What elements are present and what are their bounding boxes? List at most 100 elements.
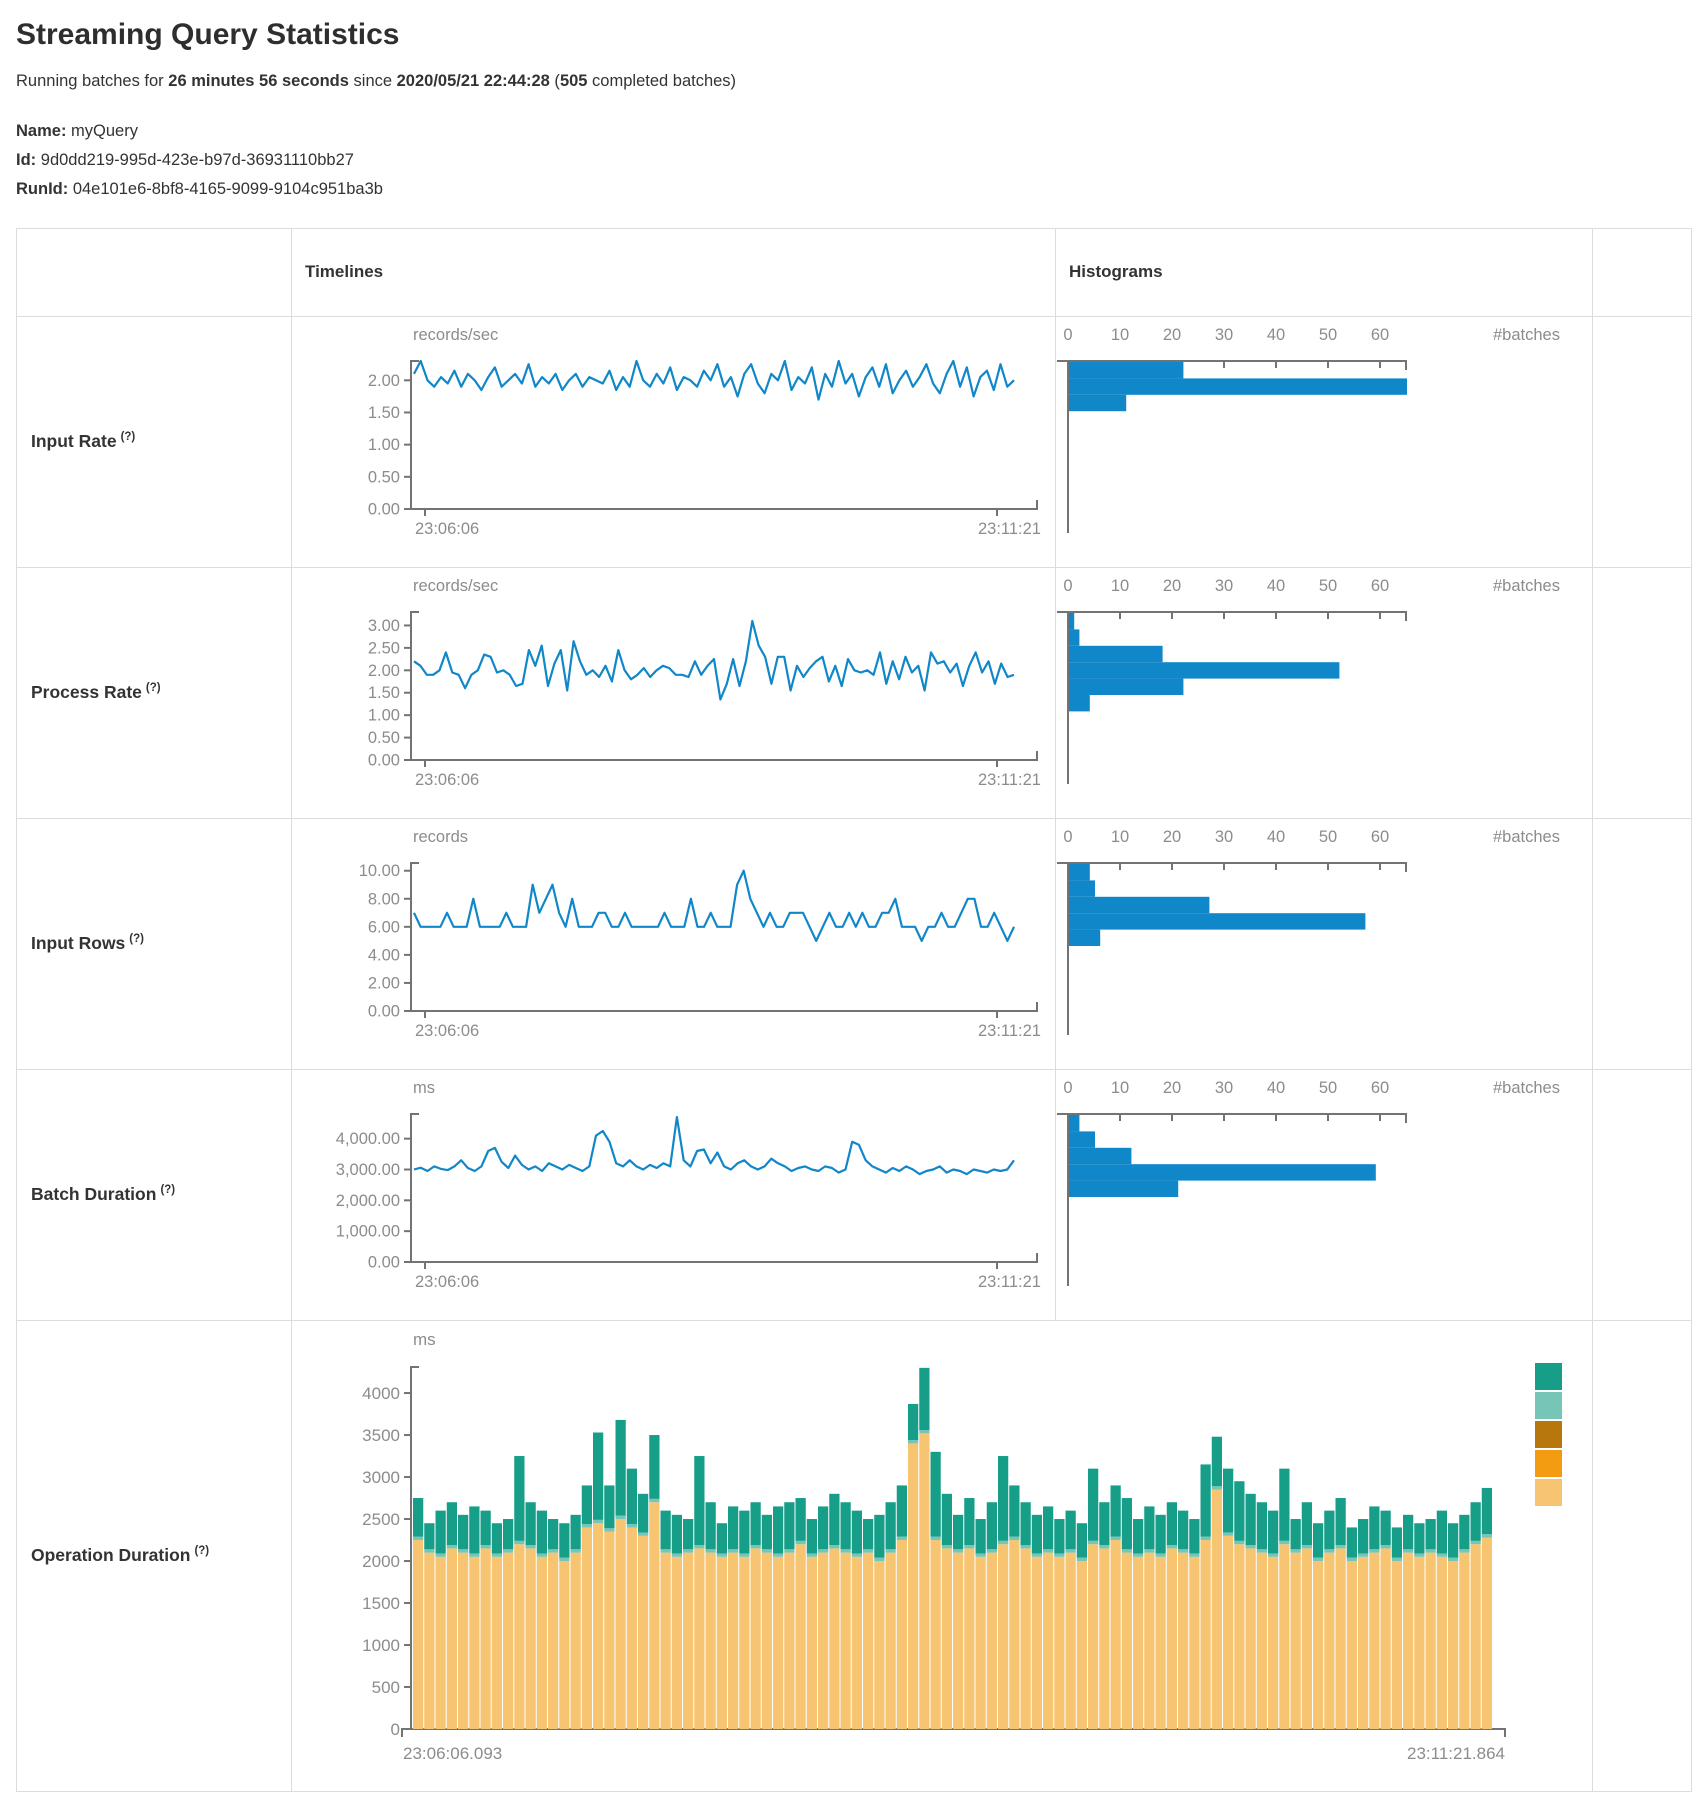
- svg-text:4.00: 4.00: [368, 946, 400, 964]
- svg-text:23:11:21: 23:11:21: [978, 520, 1041, 538]
- svg-text:#batches: #batches: [1493, 577, 1560, 595]
- row-label: Operation Duration: [31, 1545, 190, 1565]
- svg-text:4000: 4000: [362, 1384, 400, 1403]
- query-id: 9d0dd219-995d-423e-b97d-36931110bb27: [41, 151, 354, 169]
- svg-text:2.00: 2.00: [368, 371, 400, 389]
- spacer-cell: [1593, 1320, 1692, 1791]
- query-meta: Name: myQuery Id: 9d0dd219-995d-423e-b97…: [16, 117, 1693, 204]
- completed-batches-count: 505: [560, 72, 588, 90]
- svg-text:0: 0: [1063, 828, 1072, 846]
- histogram-cell: 0102030405060#batches: [1056, 316, 1593, 567]
- row-label-cell: Process Rate (?): [17, 567, 292, 818]
- running-batches-summary: Running batches for 26 minutes 56 second…: [16, 72, 1693, 91]
- svg-text:30: 30: [1215, 326, 1233, 344]
- svg-text:#batches: #batches: [1493, 828, 1560, 846]
- input-rate-timeline-chart: records/sec2.001.501.000.500.0023:06:062…: [292, 323, 1055, 547]
- table-row-input-rows: Input Rows (?) records10.008.006.004.002.…: [17, 818, 1692, 1069]
- timeline-cell: ms4,000.003,000.002,000.001,000.000.0023…: [292, 1069, 1056, 1320]
- spacer-cell: [1593, 316, 1692, 567]
- row-label-cell: Batch Duration(?): [17, 1069, 292, 1320]
- operation-duration-legend: [1535, 1363, 1562, 1506]
- svg-text:20: 20: [1163, 1079, 1181, 1097]
- svg-text:2000: 2000: [362, 1552, 400, 1571]
- input-rows-histogram-chart: 0102030405060#batches: [1056, 825, 1592, 1055]
- svg-text:1.00: 1.00: [368, 436, 400, 454]
- row-label: Process Rate: [31, 682, 142, 702]
- running-duration: 26 minutes 56 seconds: [168, 72, 349, 90]
- summary-text: completed batches): [587, 72, 736, 90]
- svg-text:0: 0: [1063, 326, 1072, 344]
- svg-text:10: 10: [1111, 828, 1129, 846]
- help-icon[interactable]: (?): [121, 431, 136, 443]
- svg-text:30: 30: [1215, 577, 1233, 595]
- svg-text:10: 10: [1111, 1079, 1129, 1097]
- row-label: Input Rows: [31, 933, 125, 953]
- start-timestamp: 2020/05/21 22:44:28: [397, 72, 550, 90]
- svg-text:2.50: 2.50: [368, 639, 400, 657]
- row-label-cell: Operation Duration (?): [17, 1320, 292, 1791]
- svg-text:2,000.00: 2,000.00: [336, 1191, 400, 1209]
- help-icon[interactable]: (?): [129, 933, 144, 945]
- help-icon[interactable]: (?): [194, 1545, 209, 1557]
- svg-text:2500: 2500: [362, 1510, 400, 1529]
- batch-duration-timeline-chart: ms4,000.003,000.002,000.001,000.000.0023…: [292, 1076, 1055, 1300]
- spacer-cell: [1593, 567, 1692, 818]
- spacer-cell: [1593, 1069, 1692, 1320]
- legend-swatch: [1535, 1363, 1562, 1390]
- row-label-cell: Input Rate(?): [17, 316, 292, 567]
- help-icon[interactable]: (?): [160, 1184, 175, 1196]
- svg-text:40: 40: [1267, 577, 1285, 595]
- histogram-cell: 0102030405060#batches: [1056, 818, 1593, 1069]
- svg-text:0: 0: [391, 1720, 400, 1739]
- svg-text:50: 50: [1319, 577, 1337, 595]
- page-title: Streaming Query Statistics: [16, 18, 1693, 52]
- query-name-line: Name: myQuery: [16, 117, 1693, 146]
- process-rate-timeline-chart: records/sec3.002.502.001.501.000.500.002…: [292, 574, 1055, 798]
- empty-header-cell: [17, 228, 292, 316]
- query-runid-line: RunId: 04e101e6-8bf8-4165-9099-9104c951b…: [16, 175, 1693, 204]
- histograms-header: Histograms: [1056, 228, 1593, 316]
- svg-text:#batches: #batches: [1493, 1079, 1560, 1097]
- svg-text:30: 30: [1215, 1079, 1233, 1097]
- spacer-cell: [1593, 818, 1692, 1069]
- legend-swatch: [1535, 1392, 1562, 1419]
- table-row-batch-duration: Batch Duration(?) ms4,000.003,000.002,00…: [17, 1069, 1692, 1320]
- svg-text:60: 60: [1371, 577, 1389, 595]
- svg-text:0: 0: [1063, 577, 1072, 595]
- batch-duration-histogram-chart: 0102030405060#batches: [1056, 1076, 1592, 1306]
- svg-text:4,000.00: 4,000.00: [336, 1130, 400, 1148]
- histogram-cell: 0102030405060#batches: [1056, 1069, 1593, 1320]
- svg-text:2.00: 2.00: [368, 661, 400, 679]
- legend-swatch: [1535, 1450, 1562, 1477]
- row-label-cell: Input Rows (?): [17, 818, 292, 1069]
- svg-text:23:11:21.864: 23:11:21.864: [1407, 1744, 1505, 1763]
- svg-text:40: 40: [1267, 326, 1285, 344]
- svg-text:3500: 3500: [362, 1426, 400, 1445]
- table-header-row: Timelines Histograms: [17, 228, 1692, 316]
- summary-text: since: [349, 72, 397, 90]
- svg-text:0.00: 0.00: [368, 1002, 400, 1020]
- svg-text:20: 20: [1163, 828, 1181, 846]
- input-rows-timeline-chart: records10.008.006.004.002.000.0023:06:06…: [292, 825, 1055, 1049]
- svg-text:1,000.00: 1,000.00: [336, 1222, 400, 1240]
- timeline-cell: records10.008.006.004.002.000.0023:06:06…: [292, 818, 1056, 1069]
- svg-text:0.00: 0.00: [368, 751, 400, 769]
- svg-text:records/sec: records/sec: [413, 577, 498, 595]
- svg-text:60: 60: [1371, 828, 1389, 846]
- svg-text:0: 0: [1063, 1079, 1072, 1097]
- svg-text:3000: 3000: [362, 1468, 400, 1487]
- legend-swatch: [1535, 1421, 1562, 1448]
- svg-text:0.00: 0.00: [368, 1253, 400, 1271]
- svg-text:500: 500: [372, 1678, 400, 1697]
- svg-text:1.50: 1.50: [368, 684, 400, 702]
- help-icon[interactable]: (?): [146, 682, 161, 694]
- summary-text: Running batches for: [16, 72, 168, 90]
- svg-text:ms: ms: [413, 1330, 436, 1349]
- query-runid: 04e101e6-8bf8-4165-9099-9104c951ba3b: [73, 180, 383, 198]
- svg-text:60: 60: [1371, 326, 1389, 344]
- svg-text:23:06:06: 23:06:06: [415, 1273, 479, 1291]
- svg-text:23:06:06: 23:06:06: [415, 520, 479, 538]
- svg-text:23:06:06: 23:06:06: [415, 771, 479, 789]
- operation-duration-cell: ms4000350030002500200015001000500023:06:…: [292, 1320, 1593, 1791]
- svg-text:30: 30: [1215, 828, 1233, 846]
